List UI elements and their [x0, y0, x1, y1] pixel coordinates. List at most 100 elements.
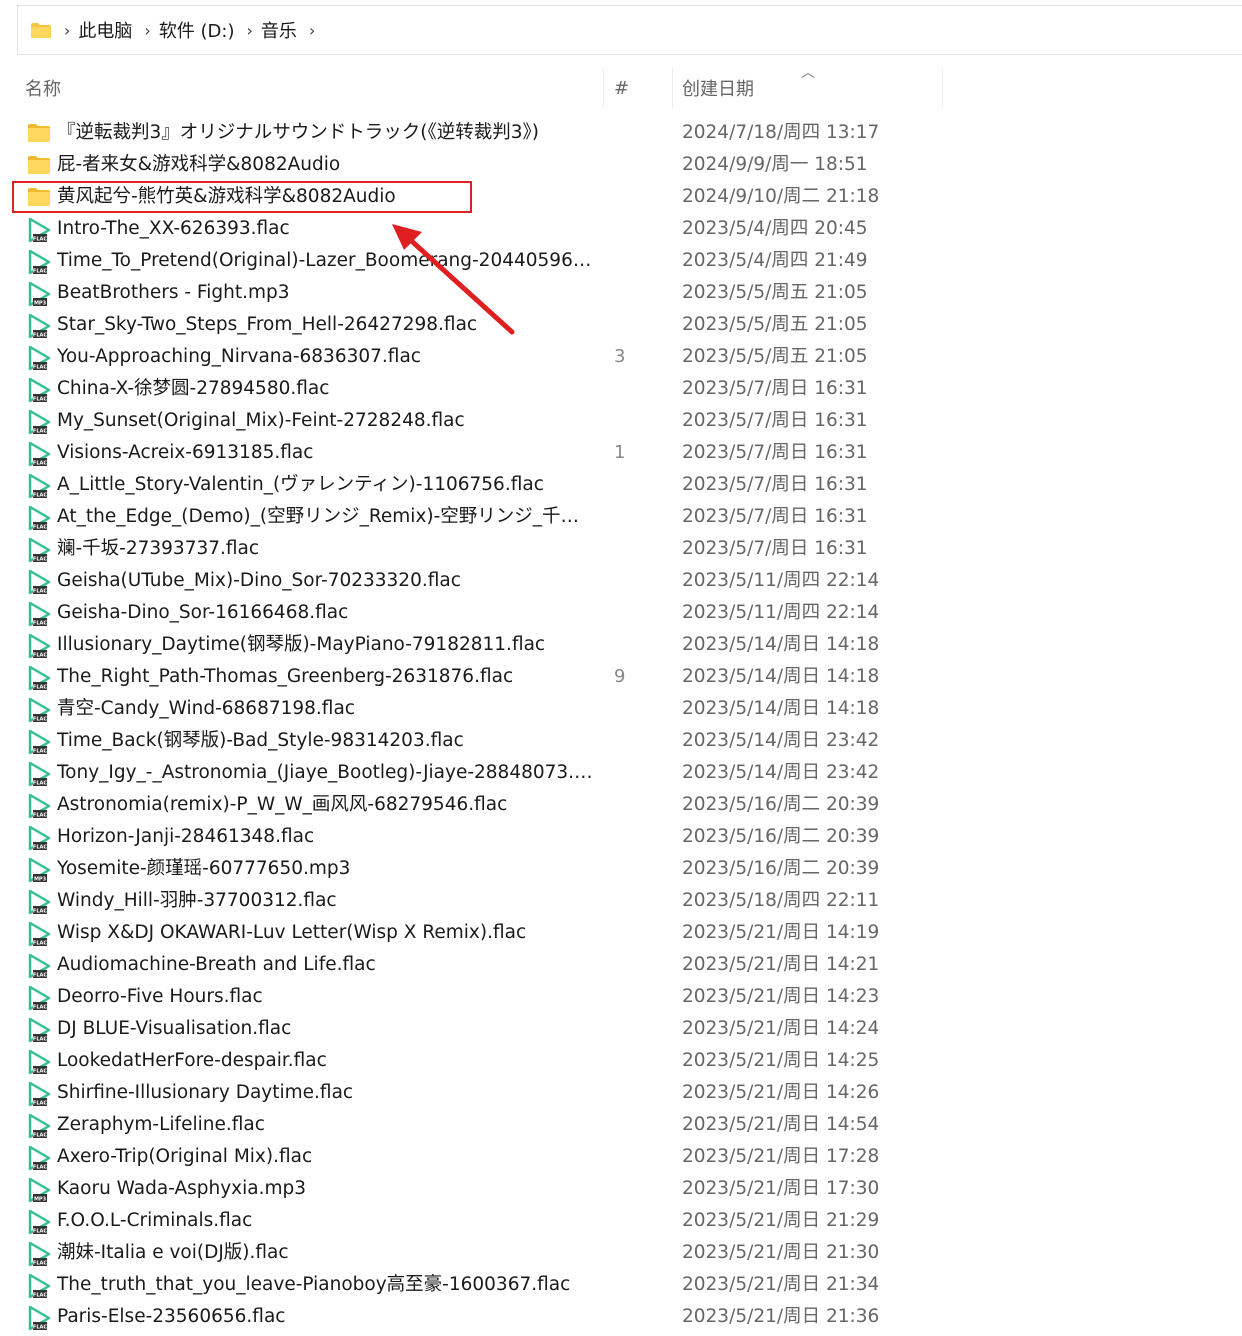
file-row[interactable]: FLAC Paris-Else-23560656.flac 2023/5/21/周日… — [0, 1301, 1242, 1333]
file-row[interactable]: FLAC LookedatHerFore-despair.flac 2023/5/2… — [0, 1045, 1242, 1077]
flac-file-icon: FLAC — [27, 633, 51, 658]
folder-row[interactable]: 黄风起兮-熊竹英&游戏科学&8082Audio 2024/9/10/周二 21:1… — [0, 181, 1242, 213]
file-name: Shirfine-Illusionary Daytime.flac — [57, 1082, 354, 1103]
svg-text:FLAC: FLAC — [33, 812, 47, 818]
file-row[interactable]: FLAC At_the_Edge_(Demo)_(空野リンジ_Remix)-空野リ… — [0, 501, 1242, 533]
file-row[interactable]: FLAC You-Approaching_Nirvana-6836307.flac… — [0, 341, 1242, 373]
chevron-right-icon[interactable]: › — [144, 21, 150, 40]
svg-text:FLAC: FLAC — [33, 332, 47, 338]
file-name: BeatBrothers - Fight.mp3 — [57, 282, 290, 303]
file-row[interactable]: FLAC Time_Back(钢琴版)-Bad_Style-98314203.fl… — [0, 725, 1242, 757]
column-divider[interactable] — [672, 68, 673, 108]
file-name: Yosemite-颜瑾瑶-60777650.mp3 — [57, 858, 351, 879]
file-name: Illusionary_Daytime(钢琴版)-MayPiano-791828… — [57, 634, 546, 655]
mp3-file-icon: MP3 — [27, 857, 51, 882]
file-row[interactable]: FLAC Illusionary_Daytime(钢琴版)-MayPiano-79… — [0, 629, 1242, 661]
breadcrumb-this-pc[interactable]: 此电脑 — [78, 17, 132, 43]
file-name: Wisp X&DJ OKAWARI-Luv Letter(Wisp X Remi… — [57, 922, 527, 943]
file-row[interactable]: FLAC Audiomachine-Breath and Life.flac 202… — [0, 949, 1242, 981]
file-row[interactable]: FLAC Intro-The_XX-626393.flac 2023/5/4/周四 … — [0, 213, 1242, 245]
created-date: 2023/5/16/周二 20:39 — [682, 794, 880, 815]
chevron-right-icon[interactable]: › — [247, 21, 253, 40]
svg-text:MP3: MP3 — [34, 1196, 47, 1202]
file-row[interactable]: MP3 Kaoru Wada-Asphyxia.mp3 2023/5/21/周日 1… — [0, 1173, 1242, 1205]
svg-text:FLAC: FLAC — [33, 588, 47, 594]
file-row[interactable]: FLAC The_Right_Path-Thomas_Greenberg-2631… — [0, 661, 1242, 693]
column-divider[interactable] — [603, 68, 604, 108]
file-row[interactable]: FLAC Tony_Igy_-_Astronomia_(Jiaye_Bootleg… — [0, 757, 1242, 789]
flac-file-icon: FLAC — [27, 953, 51, 978]
flac-file-icon: FLAC — [27, 1305, 51, 1330]
svg-text:FLAC: FLAC — [33, 908, 47, 914]
file-name: Time_To_Pretend(Original)-Lazer_Boomeran… — [57, 250, 597, 271]
column-divider[interactable] — [942, 68, 943, 108]
sort-up-icon: ︿ — [801, 65, 815, 81]
file-row[interactable]: FLAC China-X-徐梦圆-27894580.flac 2023/5/7/周日… — [0, 373, 1242, 405]
file-row[interactable]: FLAC F.O.O.L-Criminals.flac 2023/5/21/周日 2… — [0, 1205, 1242, 1237]
address-bar[interactable]: › 此电脑 › 软件 (D:) › 音乐 › — [17, 5, 1242, 55]
file-row[interactable]: FLAC Shirfine-Illusionary Daytime.flac 202… — [0, 1077, 1242, 1109]
file-row[interactable]: FLAC Geisha(UTube_Mix)-Dino_Sor-70233320.… — [0, 565, 1242, 597]
file-name: Geisha-Dino_Sor-16166468.flac — [57, 602, 349, 623]
column-name[interactable]: 名称 — [25, 68, 61, 108]
folder-row[interactable]: 屁-者来女&游戏科学&8082Audio 2024/9/9/周一 18:51 — [0, 149, 1242, 181]
file-row[interactable]: FLAC Astronomia(remix)-P_W_W_画风风-68279546… — [0, 789, 1242, 821]
created-date: 2023/5/7/周日 16:31 — [682, 410, 868, 431]
file-row[interactable]: FLAC My_Sunset(Original_Mix)-Feint-272824… — [0, 405, 1242, 437]
svg-text:FLAC: FLAC — [33, 780, 47, 786]
file-row[interactable]: FLAC DJ BLUE-Visualisation.flac 2023/5/21/… — [0, 1013, 1242, 1045]
file-row[interactable]: FLAC Wisp X&DJ OKAWARI-Luv Letter(Wisp X … — [0, 917, 1242, 949]
flac-file-icon: FLAC — [27, 313, 51, 338]
file-row[interactable]: FLAC 斓-千坂-27393737.flac 2023/5/7/周日 16:31 — [0, 533, 1242, 565]
file-row[interactable]: FLAC The_truth_that_you_leave-Pianoboy高至豪… — [0, 1269, 1242, 1301]
file-row[interactable]: FLAC Windy_Hill-羽肿-37700312.flac 2023/5/18… — [0, 885, 1242, 917]
file-name: You-Approaching_Nirvana-6836307.flac — [57, 346, 421, 367]
file-row[interactable]: FLAC Zeraphym-Lifeline.flac 2023/5/21/周日 1… — [0, 1109, 1242, 1141]
svg-text:FLAC: FLAC — [33, 396, 47, 402]
file-row[interactable]: FLAC Visions-Acreix-6913185.flac 1 2023/5/7… — [0, 437, 1242, 469]
svg-text:FLAC: FLAC — [33, 748, 47, 754]
created-date: 2023/5/21/周日 21:34 — [682, 1274, 880, 1295]
created-date: 2023/5/21/周日 14:54 — [682, 1114, 880, 1135]
file-row[interactable]: MP3 Yosemite-颜瑾瑶-60777650.mp3 2023/5/16/周二… — [0, 853, 1242, 885]
created-date: 2023/5/18/周四 22:11 — [682, 890, 880, 911]
flac-file-icon: FLAC — [27, 1273, 51, 1298]
svg-text:FLAC: FLAC — [33, 940, 47, 946]
file-row[interactable]: FLAC Horizon-Janji-28461348.flac 2023/5/16… — [0, 821, 1242, 853]
file-row[interactable]: FLAC Axero-Trip(Original Mix).flac 2023/5/… — [0, 1141, 1242, 1173]
created-date: 2023/5/4/周四 20:45 — [682, 218, 868, 239]
folder-row[interactable]: 『逆転裁判3』オリジナルサウンドトラック(《逆转裁判3》) 2024/7/18/周… — [0, 117, 1242, 149]
file-name: My_Sunset(Original_Mix)-Feint-2728248.fl… — [57, 410, 465, 431]
file-row[interactable]: FLAC Deorro-Five Hours.flac 2023/5/21/周日 1… — [0, 981, 1242, 1013]
file-name: China-X-徐梦圆-27894580.flac — [57, 378, 330, 399]
column-header: 名称 # 创建日期 ︿ — [17, 62, 1242, 110]
flac-file-icon: FLAC — [27, 1209, 51, 1234]
file-row[interactable]: FLAC Time_To_Pretend(Original)-Lazer_Boom… — [0, 245, 1242, 277]
column-number[interactable]: # — [614, 68, 629, 108]
file-name: The_truth_that_you_leave-Pianoboy高至豪-160… — [57, 1274, 571, 1295]
file-row[interactable]: FLAC 青空-Candy_Wind-68687198.flac 2023/5/14… — [0, 693, 1242, 725]
flac-file-icon: FLAC — [27, 1145, 51, 1170]
created-date: 2023/5/21/周日 17:28 — [682, 1146, 880, 1167]
file-row[interactable]: FLAC Star_Sky-Two_Steps_From_Hell-2642729… — [0, 309, 1242, 341]
file-row[interactable]: FLAC A_Little_Story-Valentin_(ヴァレンティン)-11… — [0, 469, 1242, 501]
file-name: Star_Sky-Two_Steps_From_Hell-26427298.fl… — [57, 314, 478, 335]
chevron-right-icon[interactable]: › — [309, 21, 315, 40]
flac-file-icon: FLAC — [27, 249, 51, 274]
file-name: Horizon-Janji-28461348.flac — [57, 826, 315, 847]
file-row[interactable]: FLAC 潮妹-Italia e voi(DJ版).flac 2023/5/21/周… — [0, 1237, 1242, 1269]
svg-text:FLAC: FLAC — [33, 236, 47, 242]
svg-text:FLAC: FLAC — [33, 716, 47, 722]
file-row[interactable]: MP3 BeatBrothers - Fight.mp3 2023/5/5/周五 2… — [0, 277, 1242, 309]
flac-file-icon: FLAC — [27, 985, 51, 1010]
created-date: 2023/5/14/周日 23:42 — [682, 762, 880, 783]
breadcrumb-drive-d[interactable]: 软件 (D:) — [159, 17, 235, 43]
mp3-file-icon: MP3 — [27, 1177, 51, 1202]
flac-file-icon: FLAC — [27, 1113, 51, 1138]
breadcrumb-music[interactable]: 音乐 — [261, 17, 297, 43]
chevron-right-icon[interactable]: › — [64, 21, 70, 40]
flac-file-icon: FLAC — [27, 665, 51, 690]
file-name: 『逆転裁判3』オリジナルサウンドトラック(《逆转裁判3》) — [57, 122, 539, 143]
file-row[interactable]: FLAC Geisha-Dino_Sor-16166468.flac 2023/5/… — [0, 597, 1242, 629]
column-created-date[interactable]: 创建日期 — [682, 68, 754, 108]
